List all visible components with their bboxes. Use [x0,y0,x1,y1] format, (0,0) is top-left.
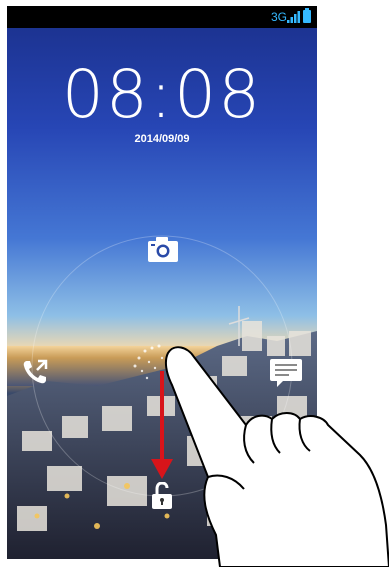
hand-gesture-icon [164,346,389,567]
clock-date: 2014/09/09 [134,133,190,145]
clock-time: 08:08 [61,56,263,133]
camera-icon[interactable] [147,235,179,263]
phone-icon[interactable] [21,358,49,386]
